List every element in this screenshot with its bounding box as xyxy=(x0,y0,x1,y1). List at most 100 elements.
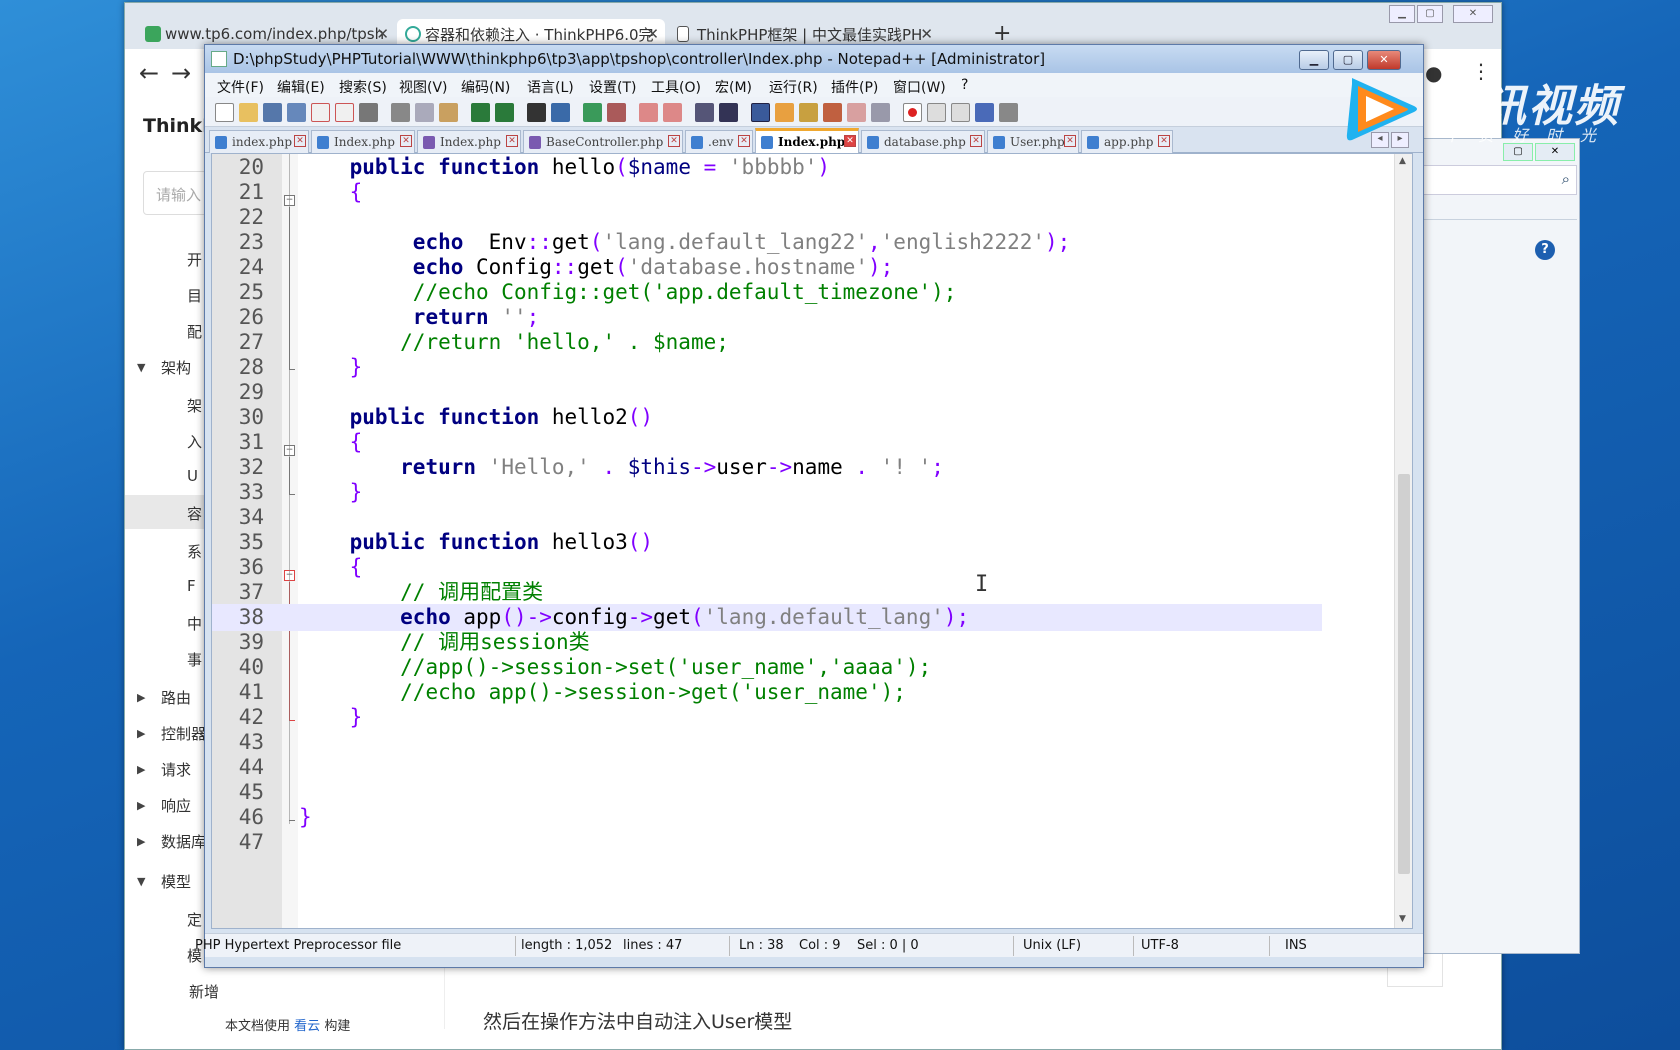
sidebar-item-new[interactable]: 新增 xyxy=(189,981,219,1002)
code-line[interactable]: 22 xyxy=(212,204,1322,231)
code-line-current[interactable]: 38 echo app()->config->get('lang.default… xyxy=(212,604,1322,631)
code-line[interactable]: 45 xyxy=(212,779,1322,806)
stop-macro-icon[interactable] xyxy=(927,103,946,122)
code-line[interactable]: 43 xyxy=(212,729,1322,756)
file-tab[interactable]: app.php ✕ xyxy=(1081,130,1173,153)
menu-run[interactable]: 运行(R) xyxy=(769,77,818,97)
record-macro-icon[interactable] xyxy=(903,103,922,122)
sync-v-icon[interactable] xyxy=(639,103,658,122)
code-line[interactable]: 24 echo Config::get('database.hostname')… xyxy=(212,254,1322,281)
close-tab-icon[interactable]: ✕ xyxy=(506,135,518,147)
file-tab[interactable]: index.php ✕ xyxy=(209,130,309,153)
sidebar-section-database[interactable]: 数据库 xyxy=(161,831,206,852)
close-tab-icon[interactable]: ✕ xyxy=(1158,135,1170,147)
code-line[interactable]: 28 } xyxy=(212,354,1322,381)
scroll-up-icon[interactable]: ▲ xyxy=(1399,156,1406,166)
code-line[interactable]: 25 //echo Config::get('app.default_timez… xyxy=(212,279,1322,306)
sidebar-section-request[interactable]: 请求 xyxy=(161,759,191,780)
sidebar-item[interactable]: 中 xyxy=(187,613,202,634)
sidebar-item[interactable]: F xyxy=(187,577,196,595)
chevron-down-icon[interactable]: ▼ xyxy=(137,361,145,374)
code-line[interactable]: 37 // 调用配置类 xyxy=(212,579,1322,606)
sidebar-item[interactable]: U xyxy=(187,467,198,485)
code-line[interactable]: 20 public function hello($name = 'bbbbb'… xyxy=(212,154,1322,181)
zoom-out-icon[interactable] xyxy=(607,103,626,122)
code-line[interactable]: 35 public function hello3() xyxy=(212,529,1322,556)
file-tab[interactable]: Index.php ✕ xyxy=(417,130,521,153)
print-icon[interactable] xyxy=(359,103,378,122)
sidebar-item[interactable]: 架 xyxy=(187,395,202,416)
sidebar-item[interactable]: 配 xyxy=(187,321,202,342)
minimize-button[interactable]: ▁ xyxy=(1389,5,1415,23)
file-tab[interactable]: .env ✕ xyxy=(685,130,753,153)
minimize-button[interactable]: ▁ xyxy=(1299,50,1329,70)
sidebar-section-model[interactable]: 模型 xyxy=(161,871,191,892)
code-line[interactable]: 44 xyxy=(212,754,1322,781)
sidebar-item-active[interactable]: 容 xyxy=(187,503,202,524)
maximize-button[interactable]: ▢ xyxy=(1417,5,1443,23)
close-icon[interactable]: ✕ xyxy=(920,25,933,43)
undo-icon[interactable] xyxy=(471,103,490,122)
folder-workspace-icon[interactable] xyxy=(847,103,866,122)
code-line[interactable]: 21 { xyxy=(212,179,1322,206)
close-icon[interactable]: ✕ xyxy=(376,25,389,43)
forward-icon[interactable]: → xyxy=(171,59,191,87)
sync-h-icon[interactable] xyxy=(663,103,682,122)
sidebar-section-response[interactable]: 响应 xyxy=(161,795,191,816)
sidebar-item[interactable]: 目 xyxy=(187,285,202,306)
doc-map-icon[interactable] xyxy=(799,103,818,122)
save-icon[interactable] xyxy=(263,103,282,122)
menu-macro[interactable]: 宏(M) xyxy=(715,77,752,97)
chevron-right-icon[interactable]: ▶ xyxy=(137,799,145,812)
editor-vertical-scrollbar[interactable]: ▲ ▼ xyxy=(1394,154,1412,928)
code-line[interactable]: 27 //return 'hello,' . $name; xyxy=(212,329,1322,356)
copy-icon[interactable] xyxy=(415,103,434,122)
close-all-icon[interactable] xyxy=(335,103,354,122)
sidebar-section-controller[interactable]: 控制器 xyxy=(161,723,206,744)
sidebar-item[interactable]: 事 xyxy=(187,649,202,670)
close-tab-icon[interactable]: ✕ xyxy=(970,135,982,147)
play-macro-icon[interactable] xyxy=(951,103,970,122)
code-editor[interactable]: − − − 20 public function hello($name = '… xyxy=(211,153,1413,929)
menu-file[interactable]: 文件(F) xyxy=(217,77,264,97)
new-tab-button[interactable]: + xyxy=(993,21,1011,46)
menu-help[interactable]: ? xyxy=(961,77,968,93)
code-line[interactable]: 36 { xyxy=(212,554,1322,581)
close-tab-icon[interactable]: ✕ xyxy=(1064,135,1076,147)
close-tab-icon[interactable]: ✕ xyxy=(668,135,680,147)
code-line[interactable]: 31 { xyxy=(212,429,1322,456)
replace-icon[interactable] xyxy=(551,103,570,122)
indent-guide-icon[interactable] xyxy=(751,103,770,122)
chevron-down-icon[interactable]: ▼ xyxy=(137,875,145,888)
file-tab[interactable]: database.php ✕ xyxy=(861,130,985,153)
code-line[interactable]: 33 } xyxy=(212,479,1322,506)
close-tab-icon[interactable]: ✕ xyxy=(400,135,412,147)
file-tab[interactable]: Index.php ✕ xyxy=(311,130,415,153)
close-tab-icon[interactable]: ✕ xyxy=(738,135,750,147)
sidebar-section-routing[interactable]: 路由 xyxy=(161,687,191,708)
save-macro-icon[interactable] xyxy=(999,103,1018,122)
function-list-icon[interactable] xyxy=(823,103,842,122)
close-button[interactable]: ✕ xyxy=(1453,5,1493,23)
sidebar-item[interactable]: 开 xyxy=(187,249,202,270)
code-line[interactable]: 39 // 调用session类 xyxy=(212,629,1322,656)
maximize-button[interactable]: ▢ xyxy=(1333,50,1363,70)
code-line[interactable]: 46} xyxy=(212,804,1322,831)
udl-icon[interactable] xyxy=(775,103,794,122)
new-file-icon[interactable] xyxy=(215,103,234,122)
code-line[interactable]: 30 public function hello2() xyxy=(212,404,1322,431)
search-icon[interactable]: ⌕ xyxy=(1562,170,1570,188)
code-line[interactable]: 29 xyxy=(212,379,1322,406)
menu-edit[interactable]: 编辑(E) xyxy=(277,77,325,97)
menu-tools[interactable]: 工具(O) xyxy=(651,77,701,97)
close-tab-icon[interactable]: ✕ xyxy=(844,135,856,147)
code-line[interactable]: 42 } xyxy=(212,704,1322,731)
chevron-right-icon[interactable]: ▶ xyxy=(137,691,145,704)
cut-icon[interactable] xyxy=(391,103,410,122)
monitoring-icon[interactable] xyxy=(871,103,890,122)
menu-settings[interactable]: 设置(T) xyxy=(589,77,636,97)
run-macro-multiple-icon[interactable] xyxy=(975,103,994,122)
code-line[interactable]: 47 xyxy=(212,829,1322,856)
chevron-right-icon[interactable]: ▶ xyxy=(137,727,145,740)
file-tab-active[interactable]: Index.php ✕ xyxy=(755,128,859,153)
